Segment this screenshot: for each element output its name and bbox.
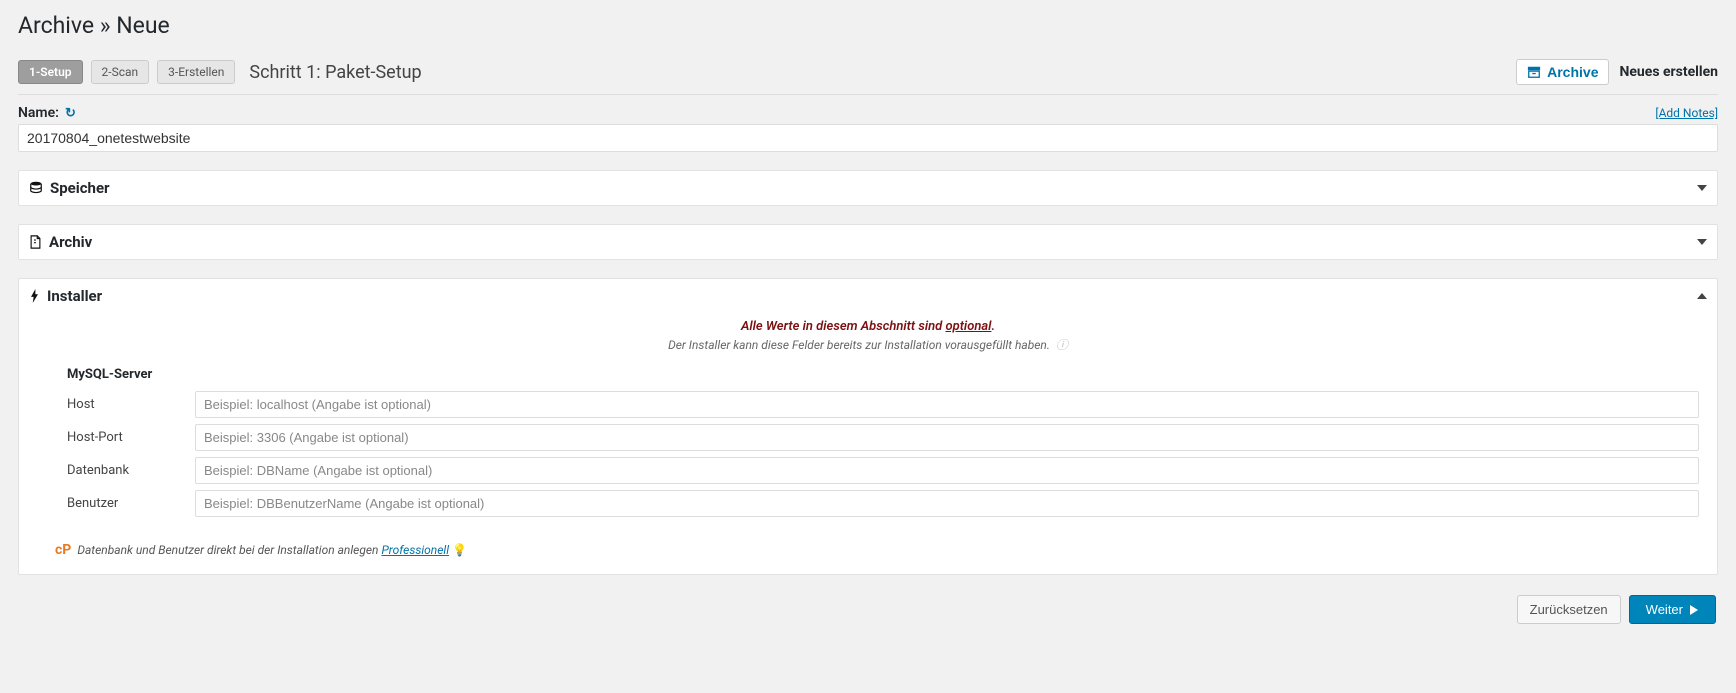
installer-panel: Installer Alle Werte in diesem Abschnitt…	[18, 278, 1718, 575]
host-port-label: Host-Port	[33, 421, 191, 454]
host-input[interactable]	[195, 391, 1699, 418]
new-create-link[interactable]: Neues erstellen	[1619, 64, 1718, 80]
file-archive-icon	[29, 235, 42, 249]
wizard-step-title: Schritt 1: Paket-Setup	[249, 62, 421, 83]
storage-panel-header[interactable]: Speicher	[19, 171, 1717, 205]
archive-button-label: Archive	[1547, 64, 1598, 80]
wizard-toolbar: 1-Setup 2-Scan 3-Erstellen Schritt 1: Pa…	[18, 59, 1718, 95]
help-icon[interactable]: ⓘ	[1056, 338, 1068, 352]
next-button[interactable]: Weiter	[1629, 595, 1716, 624]
database-label: Datenbank	[33, 454, 191, 487]
chevron-up-icon	[1697, 293, 1707, 299]
package-name-input[interactable]	[18, 124, 1718, 152]
cpanel-footer-note: cP Datenbank und Benutzer direkt bei der…	[55, 542, 1703, 558]
host-port-input[interactable]	[195, 424, 1699, 451]
storage-panel-title: Speicher	[50, 179, 110, 197]
mysql-server-heading: MySQL-Server	[67, 367, 1703, 382]
archive-panel: Archiv	[18, 224, 1718, 260]
archive-panel-header[interactable]: Archiv	[19, 225, 1717, 259]
archive-button[interactable]: Archive	[1516, 59, 1609, 85]
name-label: Name: ↻	[18, 105, 76, 121]
wizard-step-1[interactable]: 1-Setup	[18, 60, 83, 84]
lightbulb-icon: 💡	[452, 543, 467, 557]
installer-notice-primary: Alle Werte in diesem Abschnitt sind opti…	[33, 319, 1703, 334]
page-title: Archive » Neue	[18, 0, 1718, 59]
refresh-icon[interactable]: ↻	[65, 106, 76, 121]
chevron-down-icon	[1697, 239, 1707, 245]
host-label: Host	[33, 388, 191, 421]
storage-panel: Speicher	[18, 170, 1718, 206]
user-input[interactable]	[195, 490, 1699, 517]
cpanel-icon: cP	[55, 542, 71, 558]
professionell-link[interactable]: Professionell	[381, 543, 449, 557]
installer-panel-title: Installer	[47, 287, 102, 305]
chevron-down-icon	[1697, 185, 1707, 191]
database-input[interactable]	[195, 457, 1699, 484]
archive-panel-title: Archiv	[49, 233, 92, 251]
installer-notice-secondary: Der Installer kann diese Felder bereits …	[33, 336, 1703, 353]
installer-panel-header[interactable]: Installer	[19, 279, 1717, 313]
reset-button[interactable]: Zurücksetzen	[1517, 595, 1621, 624]
wizard-step-2[interactable]: 2-Scan	[91, 60, 150, 84]
archive-icon	[1527, 65, 1541, 79]
wizard-step-3[interactable]: 3-Erstellen	[157, 60, 235, 84]
add-notes-link[interactable]: [Add Notes]	[1655, 106, 1718, 120]
next-button-label: Weiter	[1646, 602, 1683, 617]
database-icon	[29, 181, 43, 195]
bolt-icon	[29, 289, 40, 303]
user-label: Benutzer	[33, 487, 191, 520]
play-icon	[1689, 605, 1699, 615]
